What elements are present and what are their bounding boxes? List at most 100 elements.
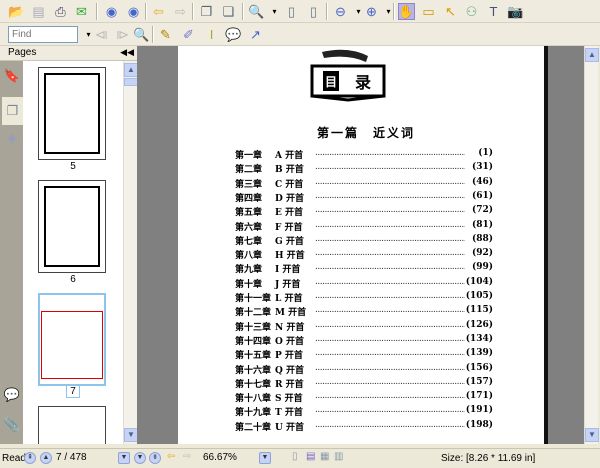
chapter-title: M 开首 — [275, 308, 307, 319]
last-page-icon[interactable]: ⇟ — [149, 452, 161, 464]
back-icon[interactable]: ⇦ — [167, 451, 175, 462]
page-dropdown-icon[interactable]: ▼ — [118, 452, 130, 464]
pages-tab-icon[interactable]: ❐ — [2, 97, 23, 125]
note-icon[interactable]: ✐ — [180, 26, 197, 43]
toc-entry: 第十章 J 开首.................................… — [235, 277, 493, 291]
toc-entry: 第十七章 R 开首................................… — [235, 377, 493, 391]
thumbnail-label: 7 — [23, 385, 123, 398]
chapter-title: T 开首 — [275, 408, 303, 419]
chapter-number: 第一章 — [235, 151, 263, 161]
leader-dots: ........................................… — [315, 162, 465, 173]
leader-dots: ........................................… — [315, 219, 465, 230]
leader-dots: ........................................… — [315, 248, 465, 259]
chapter-number: 第八章 — [235, 251, 263, 262]
page-thumbnail-7[interactable] — [38, 293, 106, 386]
document-view: 目 录 第一篇 近义词 第一章 A 开首.....................… — [137, 46, 584, 444]
search-icon[interactable]: 🔍 — [133, 26, 150, 43]
thumbnail-label: 6 — [70, 274, 76, 285]
find-previous-icon[interactable]: ⧏ — [93, 26, 110, 43]
chapter-number: 第十四章 — [235, 336, 272, 347]
zoom-dropdown-icon[interactable]: ▼ — [259, 452, 271, 464]
forward-icon[interactable]: ⇨ — [172, 3, 189, 20]
insert-page-icon[interactable]: ❏ — [220, 3, 237, 20]
arrow-tool-icon[interactable]: ↗ — [247, 26, 264, 43]
leader-dots: ........................................… — [315, 148, 465, 158]
zoom-in-tool-icon[interactable]: 🔍 — [248, 3, 265, 20]
first-page-icon[interactable]: ⇞ — [24, 452, 36, 464]
text-viewer-icon[interactable]: ▭ — [420, 3, 437, 20]
back-icon[interactable]: ⇦ — [150, 3, 167, 20]
hand-tool-icon[interactable]: ✋ — [398, 3, 415, 20]
save-icon[interactable]: ▤ — [30, 3, 47, 20]
forward-icon[interactable]: ⇨ — [183, 451, 191, 462]
next-page-icon[interactable]: ▼ — [134, 452, 146, 464]
page-thumbnail-5[interactable] — [38, 67, 106, 160]
leader-dots: ........................................… — [315, 276, 465, 287]
collapse-panel-icon[interactable]: ◀◀ — [120, 47, 134, 58]
chapter-number: 第十九章 — [235, 408, 272, 419]
page-ref: (105) — [465, 291, 493, 301]
chapter-number: 第十章 — [235, 279, 263, 290]
read-mode-label: Read — [2, 453, 26, 464]
typewriter-icon[interactable]: ⚇ — [463, 3, 480, 20]
page-number-field[interactable]: 7 / 478 — [53, 451, 128, 466]
page-ref: (157) — [465, 376, 493, 387]
find-input[interactable] — [8, 26, 78, 43]
continuous-icon[interactable]: ▤ — [306, 451, 315, 462]
page-ref: (81) — [471, 219, 493, 230]
text-select-icon[interactable]: T — [485, 3, 502, 20]
select-icon[interactable]: ↖ — [442, 3, 459, 20]
open-icon[interactable]: 📂 — [8, 3, 25, 20]
document-scrollbar[interactable]: ▲ ▼ — [584, 46, 599, 444]
textbox-icon[interactable]: I — [203, 26, 220, 43]
fit-page-icon[interactable]: ▯ — [283, 3, 300, 20]
scroll-thumb[interactable] — [124, 78, 138, 86]
leader-dots: ........................................… — [315, 333, 465, 344]
chapter-title: C 开首 — [275, 179, 304, 190]
attachment-tool-icon[interactable]: ✎ — [157, 26, 174, 43]
zoom-in-icon[interactable]: ⊕ — [363, 3, 380, 20]
find-next-icon[interactable]: ⧐ — [114, 26, 131, 43]
comment-icon[interactable]: 💬 — [225, 26, 242, 43]
chapter-number: 第十一章 — [235, 294, 272, 304]
zoom-out-icon[interactable]: ⊖ — [332, 3, 349, 20]
thumbnail-list: 5 6 7 — [23, 61, 123, 444]
scroll-down-icon[interactable]: ▼ — [585, 428, 599, 442]
extract-page-icon[interactable]: ❐ — [198, 3, 215, 20]
chapter-title: H 开首 — [275, 251, 305, 262]
snapshot-icon[interactable]: 📷 — [507, 3, 524, 20]
page-ref: (92) — [471, 248, 493, 259]
scroll-up-icon[interactable]: ▲ — [124, 63, 138, 77]
chapter-title: S 开首 — [275, 394, 303, 405]
email-icon[interactable]: ✉ — [73, 3, 90, 20]
leader-dots: ........................................… — [315, 190, 465, 201]
page-down-icon[interactable]: ◉ — [125, 3, 142, 20]
leader-dots: ........................................… — [315, 405, 465, 416]
panel-tab-strip: 🔖 ❐ ◈ 💬 📎 — [0, 61, 23, 444]
toc-entry: 第十八章 S 开首................................… — [235, 391, 493, 405]
page-ref: (88) — [471, 233, 493, 244]
continuous-facing-icon[interactable]: ▥ — [334, 451, 343, 462]
previous-page-icon[interactable]: ▲ — [40, 452, 52, 464]
print-icon[interactable]: ⎙ — [52, 3, 69, 20]
chapter-title: P 开首 — [275, 351, 303, 362]
comments-tab-icon[interactable]: 💬 — [3, 386, 21, 404]
toc-entry: 第二章 B 开首.................................… — [235, 162, 493, 176]
fit-width-icon[interactable]: ▯ — [305, 3, 322, 20]
page-up-icon[interactable]: ◉ — [103, 3, 120, 20]
scroll-up-icon[interactable]: ▲ — [585, 48, 599, 62]
chapter-number: 第五章 — [235, 208, 263, 219]
attachments-tab-icon[interactable]: 📎 — [3, 416, 21, 434]
page-thumbnail-8[interactable] — [38, 406, 106, 444]
layers-tab-icon[interactable]: ◈ — [3, 129, 21, 147]
chapter-number: 第十三章 — [235, 322, 272, 333]
chapter-title: N 开首 — [275, 322, 305, 333]
bookmarks-tab-icon[interactable]: 🔖 — [3, 67, 21, 85]
chevron-down-icon[interactable]: ▾ — [266, 3, 283, 20]
facing-icon[interactable]: ▦ — [320, 451, 329, 462]
thumbnail-scrollbar[interactable]: ▲ ▼ — [123, 61, 138, 444]
scroll-down-icon[interactable]: ▼ — [124, 428, 138, 442]
single-page-icon[interactable]: ▯ — [292, 451, 298, 462]
page-ref: (198) — [465, 419, 493, 430]
page-thumbnail-6[interactable] — [38, 180, 106, 273]
